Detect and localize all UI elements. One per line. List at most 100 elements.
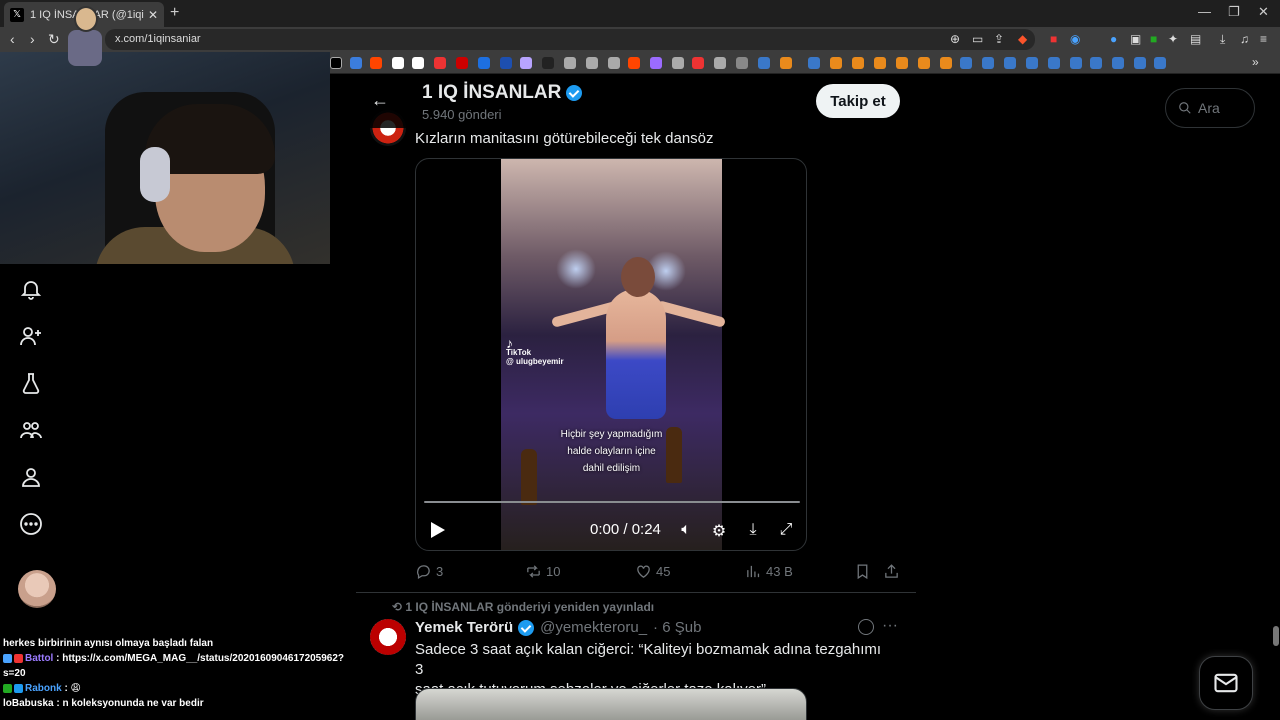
reply-button[interactable]: 3: [415, 563, 443, 580]
bookmark-icon[interactable]: [960, 57, 972, 69]
sidebar-icon[interactable]: ▤: [1190, 32, 1201, 46]
repost-button[interactable]: 10: [525, 563, 560, 580]
play-icon[interactable]: [430, 521, 446, 539]
bookmark-icon[interactable]: [1004, 57, 1016, 69]
bookmark-icon[interactable]: [1090, 57, 1102, 69]
bookmark-icon[interactable]: [1112, 57, 1124, 69]
chat-badge-icon: [14, 683, 23, 693]
bookmark-icon[interactable]: [692, 57, 704, 69]
bookmarks-overflow-icon[interactable]: »: [1252, 55, 1259, 69]
notifications-bell-icon[interactable]: [18, 276, 44, 302]
url-field[interactable]: x.com/1iqinsaniar: [105, 29, 1035, 50]
bookmark-icon[interactable]: [456, 57, 468, 69]
back-arrow-icon[interactable]: ←: [371, 90, 389, 111]
bookmark-icon[interactable]: [780, 57, 792, 69]
extension-icon[interactable]: ●: [1110, 32, 1117, 46]
bookmark-icon[interactable]: [1026, 57, 1038, 69]
bookmark-icon[interactable]: [608, 57, 620, 69]
bookmark-icon[interactable]: [714, 57, 726, 69]
bookmark-icon[interactable]: [852, 57, 864, 69]
tweet-avatar[interactable]: [370, 619, 406, 655]
bookmark-icon[interactable]: [1134, 57, 1146, 69]
bookmark-icon[interactable]: [564, 57, 576, 69]
brave-shield-icon[interactable]: ◆: [1018, 32, 1027, 46]
author-handle[interactable]: @yemekteroru_: [540, 619, 647, 636]
bookmark-icon[interactable]: [650, 57, 662, 69]
extension-icon[interactable]: ◉: [1070, 32, 1080, 46]
bookmark-icon[interactable]: [982, 57, 994, 69]
like-button[interactable]: 45: [635, 563, 670, 580]
bookmark-icon[interactable]: [412, 57, 424, 69]
settings-gear-icon[interactable]: ⚙: [709, 521, 729, 541]
bookmark-icon[interactable]: [500, 57, 512, 69]
more-options-icon[interactable]: [18, 511, 44, 537]
bookmark-icon[interactable]: [874, 57, 886, 69]
media-icon[interactable]: ♫: [1240, 32, 1249, 46]
extension-icon[interactable]: ▣: [1130, 32, 1141, 46]
download-icon[interactable]: ⤓: [1220, 32, 1225, 47]
bookmark-button[interactable]: [854, 563, 875, 580]
cast-icon[interactable]: ▭: [972, 32, 983, 46]
picture-in-picture-icon[interactable]: ⤓: [743, 521, 763, 541]
bookmark-icon[interactable]: [370, 57, 382, 69]
extensions-puzzle-icon[interactable]: ✦: [1168, 32, 1178, 46]
bookmark-icon[interactable]: [940, 57, 952, 69]
bookmark-icon[interactable]: [520, 57, 532, 69]
video-player[interactable]: ♪ TikTok @ ulugbeyemir Hiçbir şey yapmad…: [415, 158, 807, 551]
scrollbar-thumb[interactable]: [1273, 626, 1279, 646]
bookmark-icon[interactable]: [918, 57, 930, 69]
video-progress-bar[interactable]: [424, 501, 800, 503]
extension-icon[interactable]: ■: [1050, 32, 1057, 46]
search-input[interactable]: Ara: [1165, 88, 1255, 128]
reload-icon[interactable]: ↻: [48, 31, 60, 48]
tweet-media[interactable]: [415, 688, 807, 720]
author-name[interactable]: Yemek Terörü: [415, 619, 513, 636]
maximize-button[interactable]: ❐: [1228, 4, 1240, 20]
bookmark-icon[interactable]: [330, 57, 342, 69]
bookmark-icon[interactable]: [808, 57, 820, 69]
volume-icon[interactable]: 🔈︎: [676, 521, 696, 541]
folder-icon[interactable]: [736, 57, 748, 69]
grok-flask-icon[interactable]: [18, 370, 44, 396]
bookmark-icon[interactable]: [1070, 57, 1082, 69]
bookmark-icon[interactable]: [392, 57, 404, 69]
bookmark-icon[interactable]: [758, 57, 770, 69]
tweet-time[interactable]: · 6 Şub: [653, 619, 701, 636]
bookmark-icon[interactable]: [830, 57, 842, 69]
bookmark-icon[interactable]: [350, 57, 362, 69]
webcam-overlay: [0, 52, 330, 264]
close-tab-icon[interactable]: ✕: [148, 8, 158, 22]
messages-button[interactable]: [1199, 656, 1253, 710]
back-nav-icon[interactable]: ‹: [10, 31, 15, 47]
bookmark-icon[interactable]: [478, 57, 490, 69]
bookmark-icon[interactable]: [1154, 57, 1166, 69]
more-options-icon[interactable]: ···: [882, 617, 898, 635]
fullscreen-icon[interactable]: ⤢: [776, 521, 796, 541]
share-button[interactable]: [883, 563, 904, 580]
forward-nav-icon[interactable]: ›: [30, 31, 35, 47]
zoom-icon[interactable]: ⊕: [950, 32, 960, 46]
bookmark-icon[interactable]: [586, 57, 598, 69]
close-window-button[interactable]: ✕: [1258, 4, 1269, 20]
new-tab-button[interactable]: +: [170, 4, 179, 22]
share-icon[interactable]: ⇪: [994, 32, 1004, 46]
bookmark-icon[interactable]: [1048, 57, 1060, 69]
account-avatar[interactable]: [18, 570, 56, 608]
menu-icon[interactable]: ≡: [1260, 32, 1267, 46]
repost-indicator: ⟲ 1 IQ İNSANLAR gönderiyi yeniden yayınl…: [392, 600, 655, 614]
minimize-button[interactable]: —: [1198, 4, 1211, 19]
bookmark-icon[interactable]: [434, 57, 446, 69]
extension-icon[interactable]: ■: [1150, 32, 1157, 46]
address-bar-row: ‹ › ↻ x.com/1iqinsaniar ⊕ ▭ ⇪ ◆ ■ ◉ ● ▣ …: [0, 27, 1280, 52]
bookmark-icon[interactable]: [542, 57, 554, 69]
communities-icon[interactable]: [18, 417, 44, 443]
grok-icon[interactable]: [858, 619, 874, 635]
follow-add-user-icon[interactable]: [18, 323, 44, 349]
profile-icon[interactable]: [18, 464, 44, 490]
bookmark-icon[interactable]: [628, 57, 640, 69]
views-button[interactable]: 43 B: [745, 563, 793, 580]
bookmark-icon[interactable]: [672, 57, 684, 69]
scrollbar[interactable]: [1272, 74, 1280, 720]
follow-button[interactable]: Takip et: [816, 84, 900, 118]
bookmark-icon[interactable]: [896, 57, 908, 69]
